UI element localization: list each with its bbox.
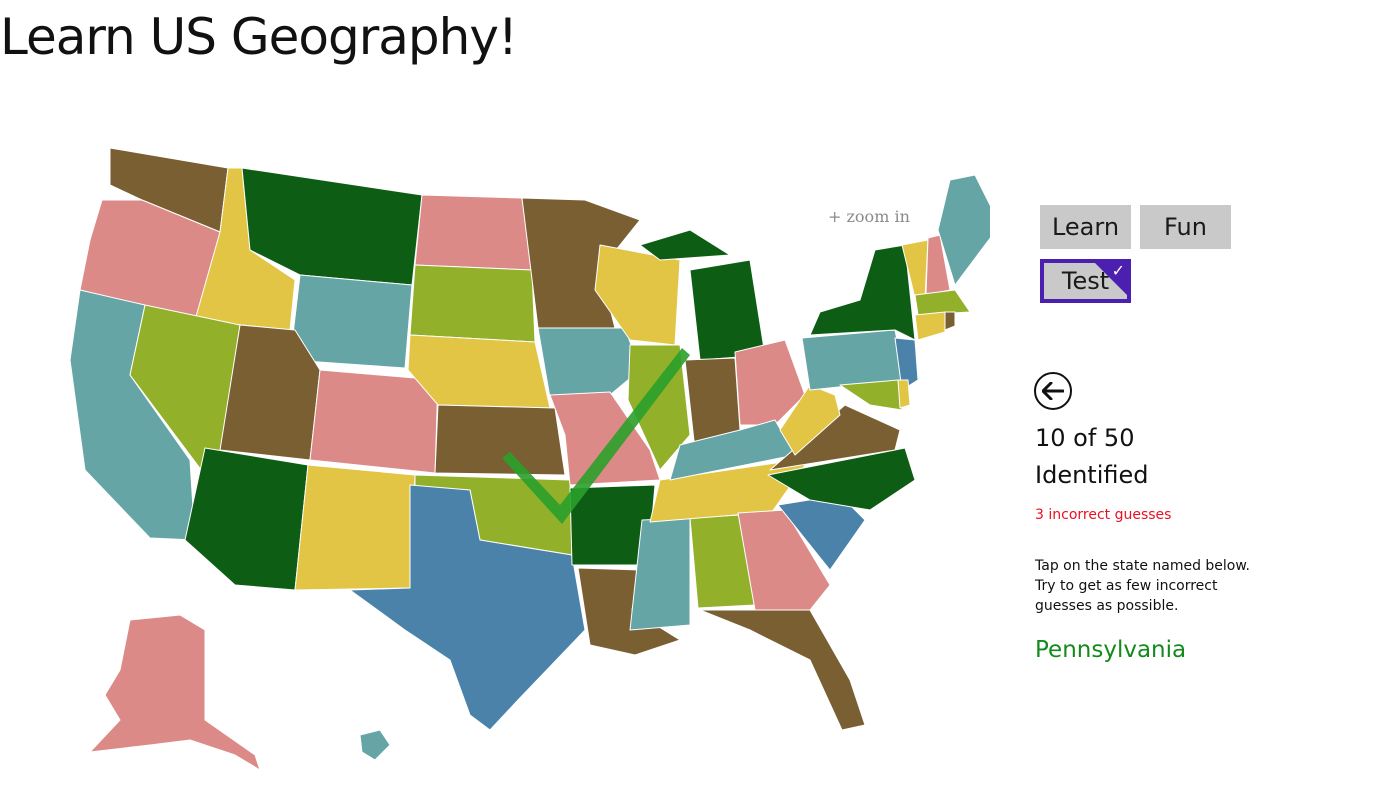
incorrect-guesses: 3 incorrect guesses	[1035, 507, 1172, 523]
us-map	[50, 140, 990, 780]
state-alaska[interactable]	[89, 614, 261, 771]
checkmark-icon: ✓	[1111, 261, 1125, 280]
state-maryland[interactable]	[839, 379, 903, 411]
state-kansas[interactable]	[434, 404, 566, 476]
progress-status: 10 of 50 Identified	[1035, 420, 1148, 494]
state-iowa[interactable]	[537, 327, 641, 399]
fun-mode-button[interactable]: Fun	[1140, 205, 1231, 249]
state-hawaii[interactable]	[359, 729, 391, 761]
back-arrow-icon	[1042, 382, 1064, 400]
instructions-text: Tap on the state named below. Try to get…	[1035, 558, 1250, 614]
learn-mode-button[interactable]: Learn	[1040, 205, 1131, 249]
state-michigan[interactable]	[689, 259, 766, 361]
zoom-in-link[interactable]: + zoom in	[828, 207, 910, 226]
state-south-dakota[interactable]	[409, 264, 536, 343]
state-rhode-island[interactable]	[944, 311, 956, 331]
back-button[interactable]	[1034, 372, 1072, 410]
identified-label: Identified	[1035, 461, 1149, 489]
state-michigan-up[interactable]	[639, 229, 731, 261]
state-new-york[interactable]	[809, 244, 916, 341]
identified-count: 10 of 50	[1035, 424, 1135, 452]
target-state-name: Pennsylvania	[1035, 637, 1187, 663]
state-new-mexico[interactable]	[294, 464, 416, 591]
state-colorado[interactable]	[309, 369, 439, 474]
test-mode-button[interactable]: Test ✓	[1040, 259, 1131, 303]
state-florida[interactable]	[699, 609, 866, 731]
state-north-dakota[interactable]	[414, 194, 533, 271]
state-arizona[interactable]	[184, 447, 309, 591]
state-massachusetts[interactable]	[914, 289, 971, 316]
state-connecticut[interactable]	[914, 311, 946, 341]
state-delaware[interactable]	[897, 379, 911, 409]
app-title: Learn US Geography!	[0, 8, 518, 66]
